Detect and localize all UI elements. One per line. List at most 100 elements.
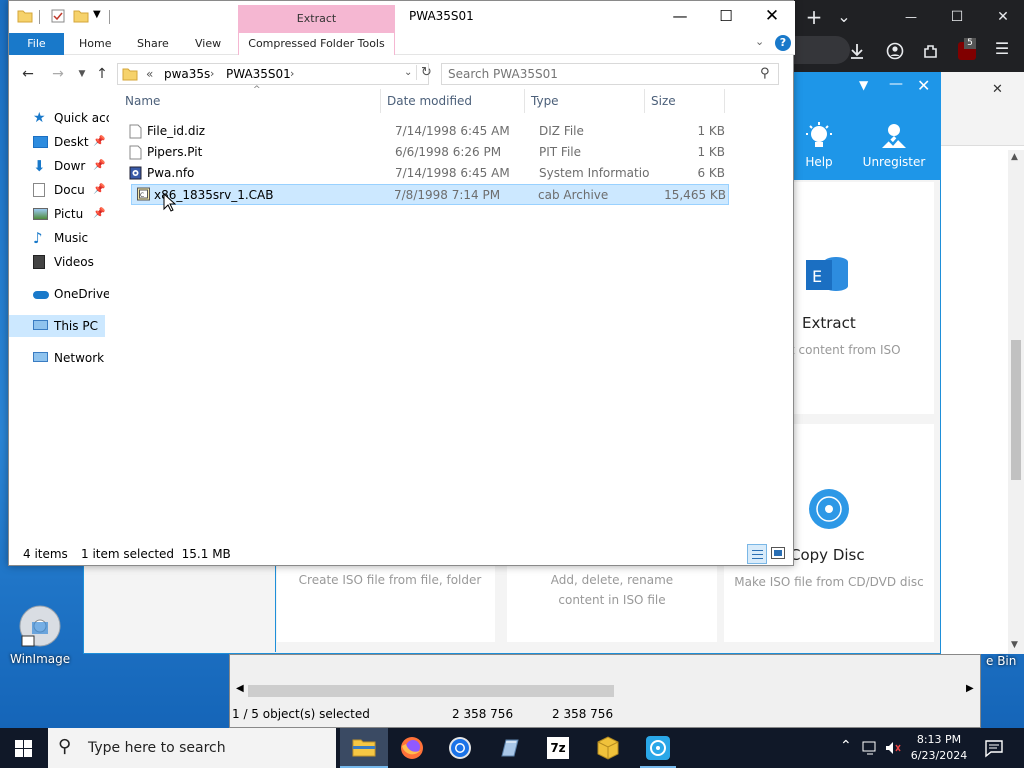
new-folder-icon[interactable]: [73, 9, 89, 23]
taskbar-7zip[interactable]: 7z: [542, 732, 574, 764]
breadcrumb-chevron-icon: ›: [290, 67, 295, 80]
extract-card[interactable]: E Extract t content from ISO: [790, 182, 934, 414]
side-panel-close-button[interactable]: ✕: [992, 82, 1003, 97]
taskbar-iso-app[interactable]: [640, 728, 676, 768]
file-row[interactable]: Pipers.Pit 6/6/1998 6:26 PM PIT File 1 K…: [123, 142, 725, 163]
address-dropdown-icon[interactable]: ⌄: [404, 67, 412, 78]
scroll-up-icon[interactable]: ▲: [1011, 152, 1018, 162]
tab-view[interactable]: View: [185, 33, 231, 55]
column-header-name[interactable]: Name: [119, 89, 381, 113]
nav-desktop[interactable]: Deskt 📌: [9, 131, 109, 153]
desktop-icon-winimage[interactable]: WinImage: [10, 604, 70, 668]
search-box[interactable]: ⚲: [441, 63, 779, 85]
search-icon[interactable]: ⚲: [760, 66, 770, 81]
dropdown-icon[interactable]: ▼: [859, 78, 868, 92]
address-bar[interactable]: « pwa35s › PWA35S01 › ⌄ ↻: [117, 63, 432, 85]
windows-start-icon[interactable]: [15, 740, 32, 757]
file-row[interactable]: Pwa.nfo 7/14/1998 6:45 AM System Informa…: [123, 163, 725, 184]
column-header-date[interactable]: Date modified: [381, 89, 525, 113]
taskbar-firefox[interactable]: [396, 732, 428, 764]
file-row-selected[interactable]: C x86_1835srv_1.CAB 7/8/1998 7:14 PM cab…: [131, 184, 729, 205]
show-hidden-icons[interactable]: ⌃: [840, 738, 852, 754]
tab-compressed-folder-tools[interactable]: Compressed Folder Tools: [238, 33, 395, 55]
breadcrumb-pwa35s[interactable]: pwa35s: [164, 67, 210, 81]
pin-icon: 📌: [93, 160, 106, 171]
browser-menu-icon[interactable]: ☰: [990, 32, 1014, 66]
browser-address-bar[interactable]: [790, 36, 850, 64]
iso-unregister-tool[interactable]: Unregister: [855, 122, 933, 169]
profile-icon[interactable]: [886, 42, 904, 60]
refresh-icon[interactable]: ↻: [416, 65, 432, 80]
document-icon: [33, 183, 45, 197]
column-header-size[interactable]: Size: [645, 89, 725, 113]
title-bar[interactable]: ▼ Extract PWA35S01 — ☐ ✕: [9, 1, 795, 33]
taskbar-chrome[interactable]: [444, 732, 476, 764]
recycle-bin-label[interactable]: e Bin: [986, 654, 1016, 668]
close-button[interactable]: ✕: [749, 1, 795, 31]
nav-onedrive[interactable]: OneDrive: [9, 283, 109, 305]
notifications-icon[interactable]: [984, 738, 1004, 758]
back-arrow-icon[interactable]: ←: [17, 63, 39, 85]
iso-help-tool[interactable]: Help: [799, 122, 839, 169]
browser-scrollbar-thumb[interactable]: [1011, 340, 1021, 480]
maximize-button[interactable]: ☐: [703, 1, 749, 31]
new-tab-button[interactable]: +: [802, 0, 826, 34]
system-clock[interactable]: 8:13 PM 6/23/2024: [908, 732, 970, 764]
desktop-icon-label: WinImage: [10, 652, 71, 666]
browser-maximize-button[interactable]: ☐: [940, 0, 974, 34]
taskbar-search[interactable]: ⚲ Type here to search: [48, 728, 336, 768]
browser-minimize-button[interactable]: —: [894, 0, 928, 34]
nav-downloads[interactable]: ⬇ Dowr 📌: [9, 155, 109, 177]
scroll-down-icon[interactable]: ▼: [1011, 640, 1018, 650]
horizontal-scrollbar[interactable]: ◀ ▶: [232, 683, 978, 699]
qat-customize-icon[interactable]: ▼: [93, 9, 101, 20]
tab-file[interactable]: File: [9, 33, 64, 55]
ribbon-expand-icon[interactable]: ⌄: [755, 35, 764, 48]
minimize-button[interactable]: —: [657, 1, 703, 31]
browser-toolbar: + ⌄ — ☐ ✕ 5 ☰: [790, 0, 1024, 72]
edit-iso-card[interactable]: Add, delete, rename content in ISO file: [507, 566, 717, 642]
column-header-type[interactable]: Type: [525, 89, 645, 113]
network-icon[interactable]: [862, 740, 880, 756]
forward-arrow-icon[interactable]: →: [47, 63, 69, 85]
scroll-right-icon[interactable]: ▶: [966, 683, 974, 694]
nav-videos[interactable]: Videos: [9, 251, 109, 273]
browser-close-button[interactable]: ✕: [986, 0, 1020, 34]
iso-minimize-button[interactable]: —: [889, 76, 903, 92]
breadcrumb-pwa35s01[interactable]: PWA35S01: [226, 67, 291, 81]
extensions-icon[interactable]: [922, 42, 940, 60]
nav-documents[interactable]: Docu 📌: [9, 179, 109, 201]
file-row[interactable]: File_id.diz 7/14/1998 6:45 AM DIZ File 1…: [123, 121, 725, 142]
iso-help-label: Help: [805, 155, 833, 169]
breadcrumb-overflow[interactable]: «: [146, 67, 153, 81]
scroll-thumb[interactable]: [248, 685, 614, 697]
taskbar-winimage[interactable]: [494, 732, 526, 764]
exchange-icon: E: [806, 257, 848, 291]
details-view-icon[interactable]: [747, 544, 767, 564]
taskbar-file-explorer[interactable]: [340, 728, 388, 768]
sevenzip-icon: 7z: [547, 737, 569, 759]
up-arrow-icon[interactable]: ↑: [91, 63, 113, 85]
taskbar-package-app[interactable]: [592, 732, 624, 764]
nav-music[interactable]: ♪ Music: [9, 227, 109, 249]
recent-locations-icon[interactable]: ▼: [71, 63, 93, 85]
nav-pictures[interactable]: Pictu 📌: [9, 203, 109, 225]
system-info-icon: [129, 166, 142, 180]
scroll-left-icon[interactable]: ◀: [236, 683, 244, 694]
search-input[interactable]: [448, 66, 748, 82]
help-icon[interactable]: ?: [775, 35, 791, 51]
navigation-pane: ★ Quick acc Deskt 📌 ⬇ Dowr 📌 Docu 📌 Pict…: [9, 91, 117, 539]
volume-muted-icon[interactable]: [884, 740, 902, 756]
tab-home[interactable]: Home: [69, 33, 121, 55]
large-icons-view-icon[interactable]: [771, 547, 785, 559]
download-icon[interactable]: [848, 42, 866, 60]
nav-quick-access[interactable]: ★ Quick acc: [9, 107, 109, 129]
iso-close-button[interactable]: ✕: [917, 76, 930, 95]
create-iso-card[interactable]: Create ISO file from file, folder: [277, 566, 495, 642]
tab-list-button[interactable]: ⌄: [832, 0, 856, 34]
properties-icon[interactable]: [51, 9, 65, 23]
extract-context-tab[interactable]: Extract: [238, 5, 395, 33]
tab-share[interactable]: Share: [127, 33, 179, 55]
nav-this-pc[interactable]: This PC: [9, 315, 105, 337]
nav-network[interactable]: Network: [9, 347, 109, 369]
